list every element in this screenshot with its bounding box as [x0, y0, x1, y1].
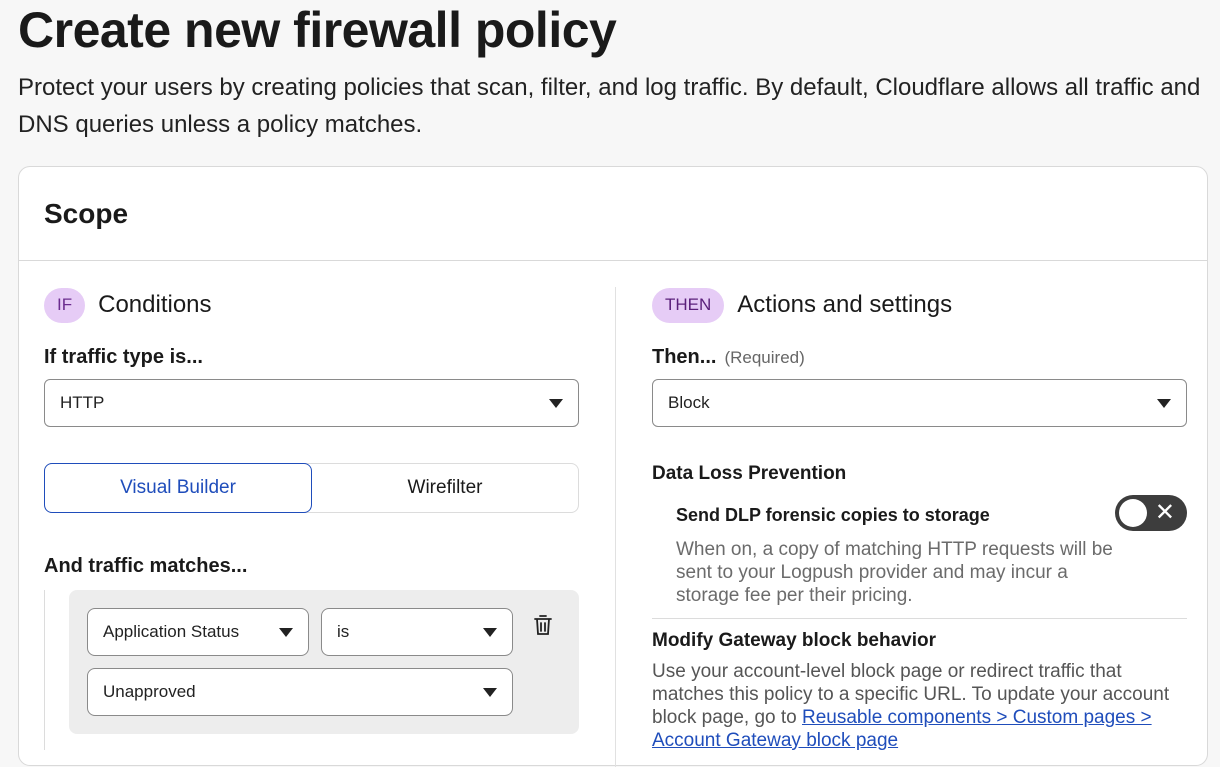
selector-select[interactable]: Application Status — [87, 608, 309, 656]
action-value: Block — [668, 393, 710, 412]
conditions-heading: IF Conditions — [44, 287, 579, 323]
scope-header: Scope — [19, 167, 1207, 261]
toggle-knob — [1119, 499, 1147, 527]
scope-title: Scope — [44, 197, 129, 229]
condition-row: Application Status is Unapproved — [69, 590, 579, 734]
action-select[interactable]: Block — [652, 379, 1187, 427]
traffic-type-select[interactable]: HTTP — [44, 379, 579, 427]
dlp-forensic-setting: Send DLP forensic copies to storage ✕ Wh… — [676, 495, 1187, 607]
then-label-text: Then... — [652, 346, 717, 368]
operator-select[interactable]: is — [321, 608, 513, 656]
then-label: Then... (Required) — [652, 346, 1187, 369]
value-select[interactable]: Unapproved — [87, 668, 513, 716]
gateway-block-description: Use your account-level block page or red… — [652, 660, 1192, 752]
chevron-down-icon — [483, 688, 497, 697]
actions-column: THEN Actions and settings Then... (Requir… — [652, 287, 1187, 752]
trash-icon[interactable] — [534, 615, 552, 635]
page-title: Create new firewall policy — [18, 2, 617, 58]
column-divider — [615, 287, 616, 767]
value-selected: Unapproved — [103, 682, 196, 701]
page-description: Protect your users by creating policies … — [18, 74, 1201, 138]
traffic-type-label: If traffic type is... — [44, 346, 203, 368]
chevron-down-icon — [279, 628, 293, 637]
chevron-down-icon — [483, 628, 497, 637]
selector-value: Application Status — [103, 622, 240, 641]
gateway-block-title: Modify Gateway block behavior — [652, 630, 937, 651]
section-divider — [652, 618, 1187, 619]
scope-card: Scope IF Conditions If traffic type is..… — [18, 166, 1208, 767]
dlp-section-title: Data Loss Prevention — [652, 463, 847, 484]
dlp-forensic-title: Send DLP forensic copies to storage — [676, 505, 990, 525]
chevron-down-icon — [1157, 399, 1171, 408]
traffic-type-value: HTTP — [60, 393, 105, 412]
operator-value: is — [337, 622, 350, 641]
dlp-forensic-toggle[interactable]: ✕ — [1115, 495, 1187, 531]
required-hint: (Required) — [724, 348, 805, 367]
condition-group: Application Status is Unapproved — [44, 590, 579, 750]
close-icon: ✕ — [1154, 499, 1175, 526]
then-pill: THEN — [652, 287, 725, 323]
chevron-down-icon — [549, 399, 563, 408]
tab-visual-builder[interactable]: Visual Builder — [44, 463, 312, 513]
traffic-matches-label: And traffic matches... — [44, 555, 248, 577]
if-pill: IF — [44, 287, 86, 323]
builder-toggle: Visual Builder Wirefilter — [44, 463, 579, 513]
actions-heading: THEN Actions and settings — [652, 287, 1187, 323]
conditions-column: IF Conditions If traffic type is... HTTP… — [44, 287, 579, 750]
actions-title: Actions and settings — [737, 291, 953, 318]
tab-wirefilter[interactable]: Wirefilter — [312, 464, 578, 512]
conditions-title: Conditions — [98, 291, 212, 318]
dlp-forensic-description: When on, a copy of matching HTTP request… — [676, 539, 1113, 606]
